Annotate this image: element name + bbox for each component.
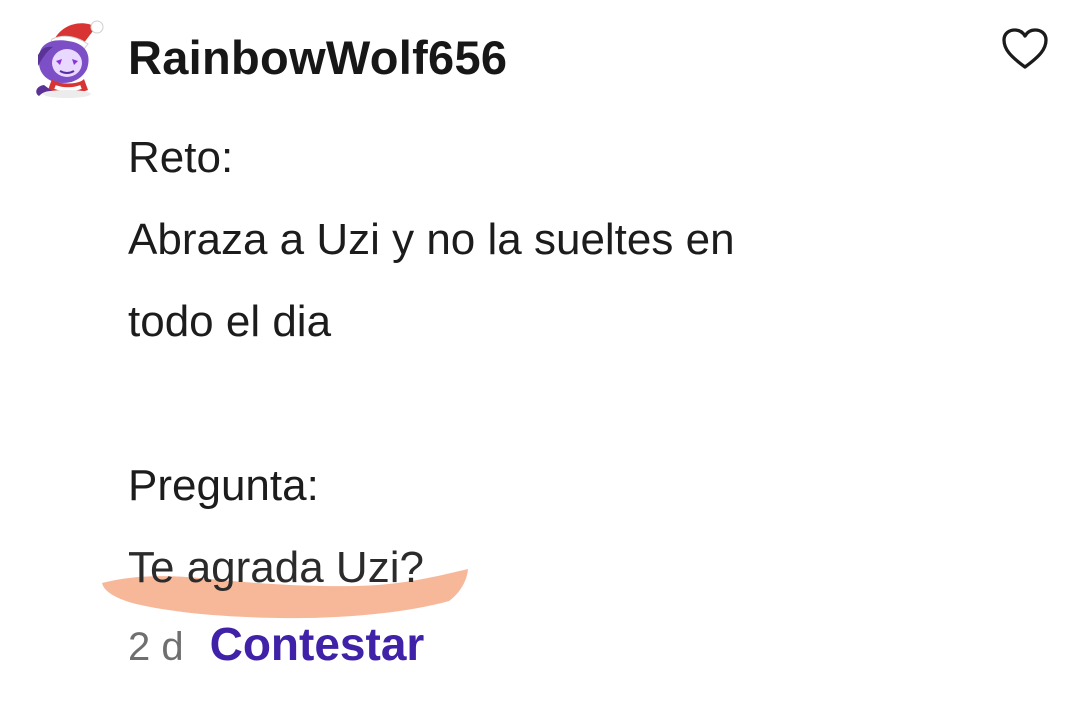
question-text: Te agrada Uzi?: [128, 543, 424, 592]
comment-line-reto-label: Reto:: [128, 133, 234, 182]
comment-body: Reto: Abraza a Uzi y no la sueltes en to…: [102, 117, 948, 619]
comment-line-blank: [128, 363, 948, 445]
comment-line-question: Te agrada Uzi?: [102, 527, 948, 619]
comment-line-question-label: Pregunta:: [128, 461, 319, 510]
avatar[interactable]: [26, 16, 108, 100]
comment-line-challenge: Abraza a Uzi y no la sueltes en: [128, 215, 735, 264]
comment-author[interactable]: RainbowWolf656: [128, 30, 507, 86]
comment-line-challenge-continued: todo el dia: [128, 297, 332, 346]
comment-footer: 2 d Contestar: [128, 617, 424, 673]
reply-button[interactable]: Contestar: [210, 617, 425, 671]
comment-timestamp: 2 d: [128, 625, 184, 669]
highlighted-question: Te agrada Uzi?: [102, 527, 468, 619]
comment-card: RainbowWolf656 Reto: Abraza a Uzi y no l…: [0, 0, 1080, 705]
heart-outline-icon: [1002, 28, 1048, 69]
like-button[interactable]: [1000, 26, 1050, 72]
